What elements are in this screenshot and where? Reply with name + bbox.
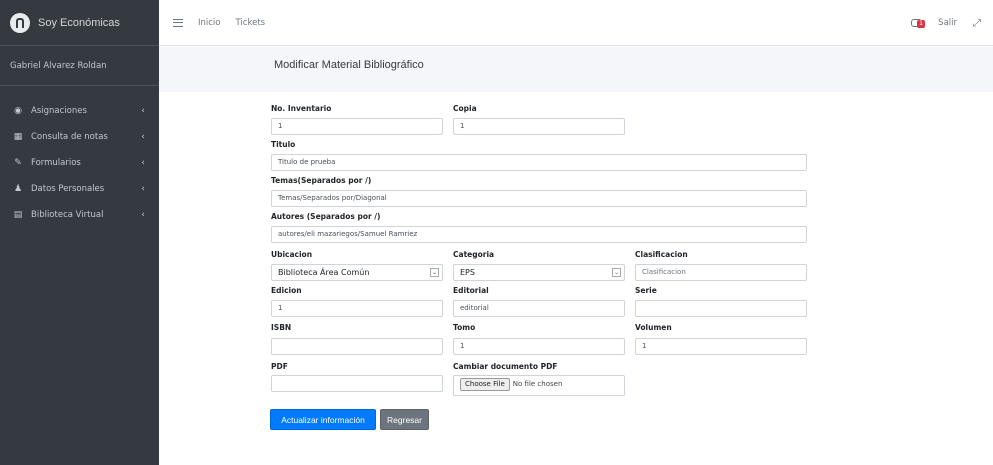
ubicacion-select[interactable]: Biblioteca Área Común ⌄ [271,264,443,281]
chevron-left-icon: ‹ [141,106,145,116]
logout-link[interactable]: Salir [938,18,957,28]
clasificacion-label: Clasificacion [635,250,688,259]
top-navbar: Inicio Tickets 1 Salir ⤢ [159,0,993,46]
serie-input[interactable] [635,300,807,317]
brand-logo-icon [10,12,30,33]
person-icon: ♟ [13,184,23,194]
fullscreen-icon[interactable]: ⤢ [973,18,981,29]
table-icon: ▦ [13,132,23,142]
tomo-input[interactable]: 1 [453,338,625,355]
isbn-label: ISBN [271,323,292,332]
sidebar-item-label: Asignaciones [31,106,87,116]
user-panel[interactable]: Gabriel Alvarez Roldan [0,46,159,86]
chevron-down-icon: ⌄ [430,268,439,277]
brand-link[interactable]: Soy Económicas [0,0,159,46]
page-title: Modificar Material Bibliográfico [274,59,424,71]
menu-toggle-icon[interactable] [173,18,183,27]
palette-icon: ◉ [14,106,22,116]
choose-file-button[interactable]: Choose File [460,378,510,391]
editorial-label: Editorial [453,286,489,295]
chevron-left-icon: ‹ [141,210,145,220]
messages-icon[interactable]: 1 [911,18,925,28]
brand-name: Soy Económicas [38,16,120,29]
sidebar-item-label: Datos Personales [31,184,105,194]
chevron-left-icon: ‹ [141,184,145,194]
copia-label: Copia [453,104,477,113]
titulo-input[interactable]: Titulo de prueba [271,154,807,171]
inventario-label: No. Inventario [271,104,332,113]
chevron-left-icon: ‹ [141,132,145,142]
titulo-label: Titulo [271,140,296,149]
temas-label: Temas(Separados por /) [271,176,372,185]
sidebar-item-asignaciones[interactable]: ◉ Asignaciones ‹ [0,98,159,124]
edicion-input[interactable]: 1 [271,300,443,317]
chevron-left-icon: ‹ [141,158,145,168]
categoria-select[interactable]: EPS ⌄ [453,264,625,281]
pdf-label: PDF [271,362,288,371]
content-wrapper: Modificar Material Bibliográfico No. Inv… [159,47,993,465]
sidebar: Soy Económicas Gabriel Alvarez Roldan ◉ … [0,0,159,465]
sidebar-item-biblioteca-virtual[interactable]: ▤ Biblioteca Virtual ‹ [0,202,159,228]
sidebar-nav: ◉ Asignaciones ‹ ▦ Consulta de notas ‹ ✎… [0,86,159,228]
sidebar-item-label: Consulta de notas [31,132,108,142]
sidebar-item-label: Biblioteca Virtual [31,210,104,220]
nav-link-tickets[interactable]: Tickets [236,18,266,28]
nav-link-inicio[interactable]: Inicio [198,18,221,28]
categoria-selected: EPS [460,268,475,277]
cambiar-pdf-label: Cambiar documento PDF [453,362,558,371]
user-name: Gabriel Alvarez Roldan [10,60,107,71]
volumen-label: Volumen [635,323,672,332]
autores-input[interactable]: autores/eli mazariegos/Samuel Ramriez [271,226,807,243]
file-upload-input[interactable]: Choose File No file chosen [453,375,625,396]
form-card: No. Inventario 1 Copia 1 Titulo Titulo d… [159,92,993,465]
update-button[interactable]: Actualizar información [270,409,376,430]
pdf-input[interactable] [271,375,443,392]
inventario-input[interactable]: 1 [271,118,443,135]
navbar-right: 1 Salir ⤢ [911,0,981,46]
sidebar-item-formularios[interactable]: ✎ Formularios ‹ [0,150,159,176]
back-button[interactable]: Regresar [380,409,429,430]
chevron-down-icon: ⌄ [612,268,621,277]
categoria-label: Categoria [453,250,495,259]
editorial-input[interactable]: editorial [453,300,625,317]
file-status: No file chosen [512,380,563,388]
ubicacion-selected: Biblioteca Área Común [278,268,370,277]
serie-label: Serie [635,286,657,295]
notification-badge: 1 [917,20,925,28]
isbn-input[interactable] [271,338,443,355]
temas-input[interactable]: Temas/Separados por/Diagonal [271,190,807,207]
edit-icon: ✎ [14,158,22,168]
clasificacion-input[interactable]: Clasificacion [635,264,807,281]
volumen-input[interactable]: 1 [635,338,807,355]
book-icon: ▤ [13,210,23,220]
tomo-label: Tomo [453,323,476,332]
edicion-label: Edicion [271,286,302,295]
ubicacion-label: Ubicacion [271,250,313,259]
sidebar-item-consulta-notas[interactable]: ▦ Consulta de notas ‹ [0,124,159,150]
autores-label: Autores (Separados por /) [271,212,381,221]
sidebar-item-datos-personales[interactable]: ♟ Datos Personales ‹ [0,176,159,202]
copia-input[interactable]: 1 [453,118,625,135]
sidebar-item-label: Formularios [31,158,81,168]
